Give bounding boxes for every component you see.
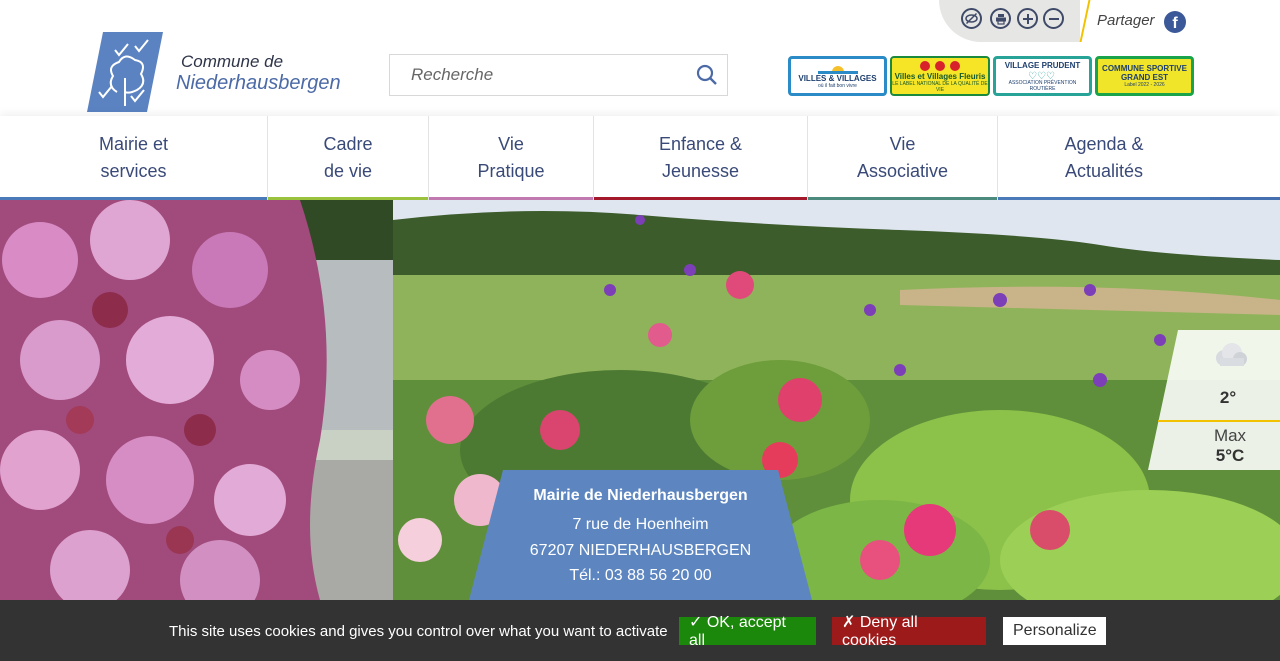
deny-all-cookies-button[interactable]: ✗ Deny all cookies: [832, 614, 986, 649]
brand-name[interactable]: Niederhausbergen: [176, 72, 341, 95]
search-box: [389, 54, 728, 96]
nav-item-label: Cadre de vie: [323, 134, 373, 181]
weather-divider: [1158, 420, 1280, 422]
share-label: Partager: [1097, 12, 1155, 29]
main-navigation: Mairie et services Cadre de vie Vie Pratiq…: [0, 116, 1280, 200]
zoom-out-icon[interactable]: [1043, 8, 1064, 29]
cookie-message: This site uses cookies and gives you con…: [169, 623, 668, 640]
contrast-icon[interactable]: [961, 8, 982, 29]
mairie-phone[interactable]: Tél.: 03 88 56 20 00: [469, 567, 812, 585]
nav-item-label: Mairie et services: [98, 134, 169, 181]
weather-max-value: 5°C: [1215, 446, 1245, 465]
nav-item-6[interactable]: Agenda & Actualités: [997, 116, 1210, 200]
brand-line1[interactable]: Commune de: [181, 52, 283, 72]
sun-house-icon: [817, 65, 858, 74]
cookie-banner: This site uses cookies and gives you con…: [0, 600, 1280, 661]
nav-item-label: Agenda & Actualités: [1064, 134, 1144, 181]
commune-logo[interactable]: [87, 32, 165, 112]
weather-temperature: 2°: [1219, 388, 1237, 407]
accept-all-cookies-button[interactable]: ✓ OK, accept all: [679, 614, 816, 649]
cloud-icon: [1216, 343, 1247, 366]
mairie-city: 67207 NIEDERHAUSBERGEN: [529, 542, 752, 559]
label-village-prudent[interactable]: VILLAGE PRUDENT ♡♡♡ ASSOCIATION PRÉVENTI…: [993, 56, 1092, 96]
personalize-cookies-button[interactable]: Personalize: [1003, 617, 1106, 645]
weather-max-label: Max: [1213, 426, 1247, 445]
nav-item-5[interactable]: Vie Associative: [807, 116, 997, 200]
search-input[interactable]: [390, 55, 690, 95]
nav-item-2[interactable]: Cadre de vie: [267, 116, 428, 200]
site-header: Partager f Commune de Niederhausbergen V…: [0, 0, 1280, 116]
mairie-info-box: Mairie de Niederhausbergen 7 rue de Hoen…: [469, 470, 812, 600]
label-commune-sportive[interactable]: COMMUNE SPORTIVE GRAND EST Label 2022 - …: [1095, 56, 1194, 96]
zoom-in-icon[interactable]: [1017, 8, 1038, 29]
nav-item-1[interactable]: Mairie et services: [0, 116, 267, 200]
hearts-icon: ♡♡♡: [1028, 71, 1055, 80]
print-icon[interactable]: [990, 8, 1011, 29]
flowers-icon: [920, 60, 960, 71]
search-icon[interactable]: [695, 63, 719, 87]
svg-text:♡♡♡: ♡♡♡: [1028, 71, 1055, 80]
label-villes-fleuris[interactable]: Villes et Villages Fleuris LE LABEL NATI…: [890, 56, 990, 96]
weather-widget[interactable]: 2° Max 5°C: [1148, 330, 1280, 470]
label-villes-villages[interactable]: VILLES & VILLAGES où il fait bon vivre: [788, 56, 887, 96]
nav-item-3[interactable]: Vie Pratique: [428, 116, 593, 200]
hero-banner: 2° Max 5°C Mairie de Niederhausbergen 7 …: [0, 200, 1280, 600]
mairie-name: Mairie de Niederhausbergen: [533, 487, 748, 504]
nav-item-label: Vie Pratique: [477, 134, 545, 181]
nav-item-label: Vie Associative: [856, 134, 949, 181]
nav-item-4[interactable]: Enfance & Jeunesse: [593, 116, 807, 200]
mairie-street: 7 rue de Hoenheim: [572, 516, 709, 533]
accessibility-toolbar: [939, 0, 1080, 42]
facebook-icon[interactable]: f: [1164, 11, 1186, 33]
nav-item-label: Enfance & Jeunesse: [658, 134, 743, 181]
